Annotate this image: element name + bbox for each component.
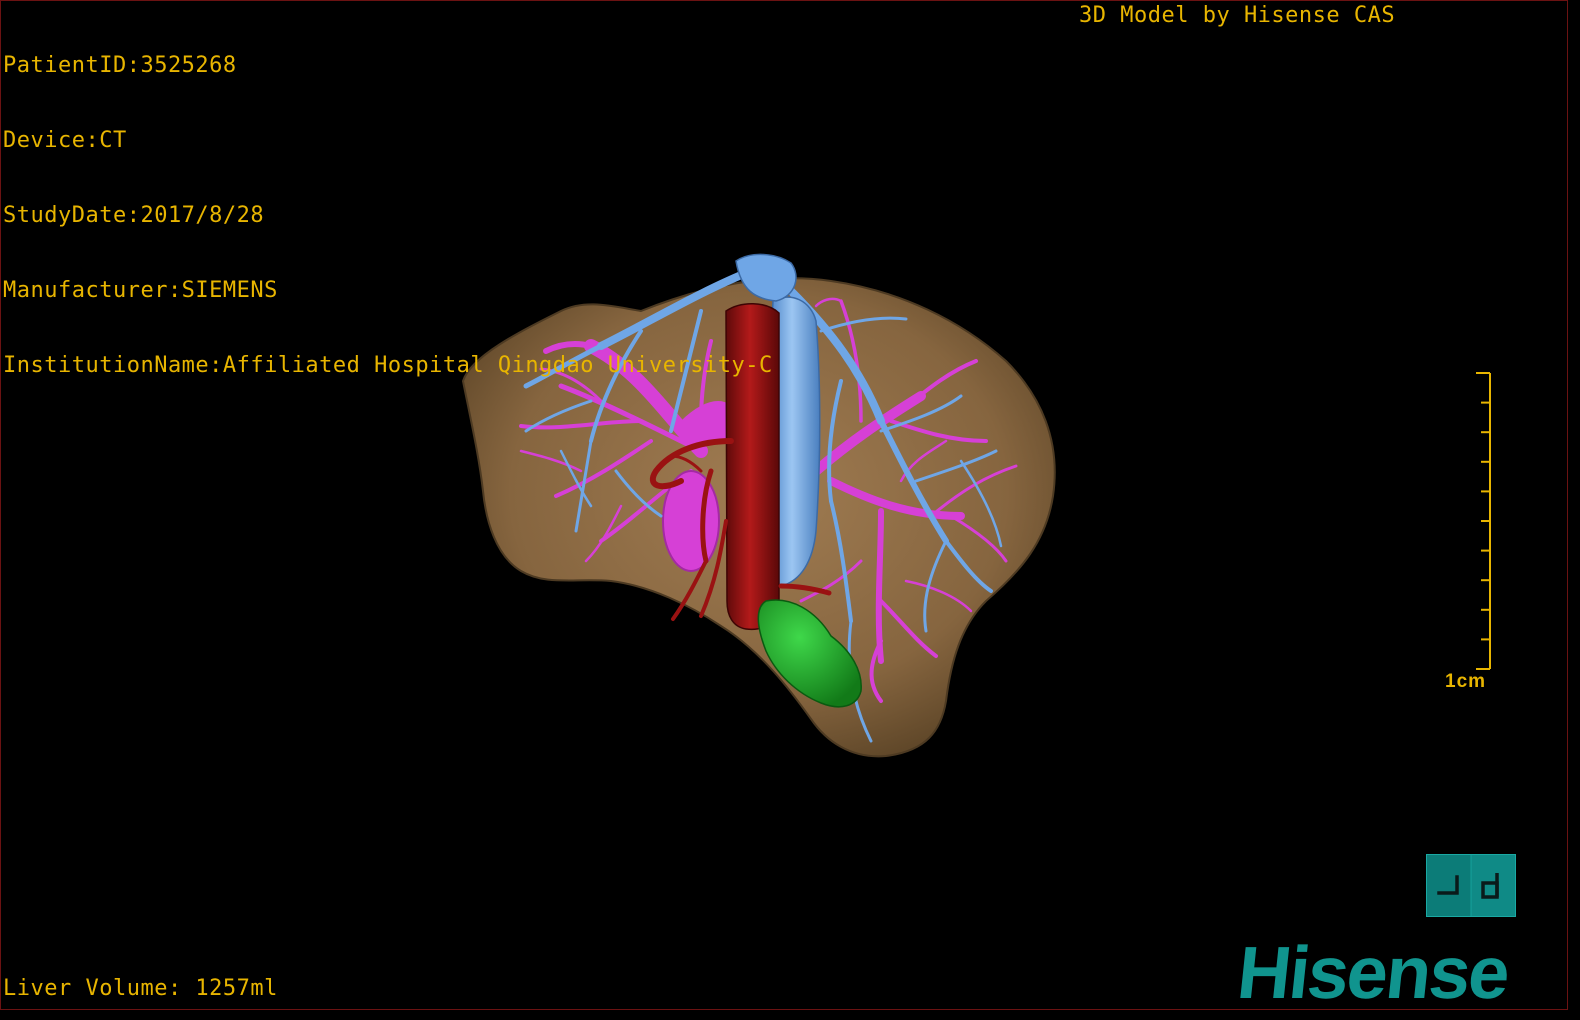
3d-viewport[interactable]: PatientID:3525268 Device:CT StudyDate:20… <box>0 0 1568 1010</box>
patient-id: PatientID:3525268 <box>3 53 237 78</box>
manufacturer: Manufacturer:SIEMENS <box>3 278 278 303</box>
institution-name: InstitutionName:Affiliated Hospital Qing… <box>3 353 773 378</box>
model-watermark: 3D Model by Hisense CAS <box>1079 3 1396 28</box>
scale-label: 1cm <box>1445 671 1487 692</box>
scale-bar <box>1476 372 1491 670</box>
device: Device:CT <box>3 128 127 153</box>
hisense-logo: Hisense <box>1233 931 1513 1014</box>
orientation-widget[interactable] <box>1426 854 1516 917</box>
liver-volume: Liver Volume: 1257ml <box>3 976 278 1001</box>
study-info: PatientID:3525268 Device:CT StudyDate:20… <box>3 3 773 428</box>
study-date: StudyDate:2017/8/28 <box>3 203 265 228</box>
orientation-cube-icon <box>1427 855 1499 916</box>
